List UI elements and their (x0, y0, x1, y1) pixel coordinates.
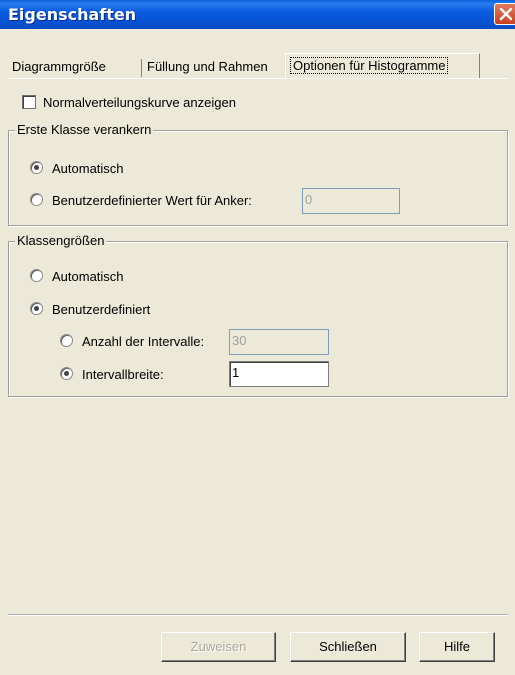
interval-width-value: 1 (232, 365, 240, 380)
anchor-auto-radio[interactable]: Automatisch (30, 160, 124, 178)
interval-width-radio[interactable]: Intervallbreite: (60, 366, 164, 384)
size-custom-radio[interactable]: Benutzerdefiniert (30, 301, 150, 319)
tab-label: Optionen für Histogramme (290, 57, 449, 74)
help-button-label: Hilfe (443, 639, 470, 654)
close-dialog-button[interactable]: Schließen (290, 632, 406, 662)
size-auto-label: Automatisch (52, 269, 124, 284)
interval-count-value: 30 (232, 333, 247, 348)
anchor-custom-radio[interactable]: Benutzerdefinierter Wert für Anker: (30, 192, 252, 210)
anchor-value-text: 0 (305, 192, 313, 207)
interval-count-radio[interactable]: Anzahl der Intervalle: (60, 333, 204, 351)
tab-label: Füllung und Rahmen (147, 59, 268, 74)
close-button[interactable] (494, 3, 515, 25)
anchor-value-field[interactable]: 0 (302, 188, 400, 214)
interval-width-label: Intervallbreite: (82, 367, 164, 382)
radio-button[interactable] (30, 269, 43, 282)
interval-width-field[interactable]: 1 (229, 361, 329, 387)
close-button-label: Schließen (319, 639, 377, 654)
radio-button[interactable] (30, 302, 43, 315)
tab-optionen-histogramme[interactable]: Optionen für Histogramme (285, 53, 480, 79)
radio-button[interactable] (60, 367, 73, 380)
anchor-custom-label: Benutzerdefinierter Wert für Anker: (52, 193, 252, 208)
interval-count-field[interactable]: 30 (229, 329, 329, 355)
tab-strip-divider (8, 78, 508, 79)
checkbox-box[interactable] (22, 95, 36, 109)
tab-divider (141, 59, 142, 77)
window-title: Eigenschaften (8, 5, 137, 24)
interval-count-label: Anzahl der Intervalle: (82, 334, 205, 349)
normal-curve-checkbox[interactable]: Normalverteilungskurve anzeigen (22, 94, 236, 112)
tab-diagrammgroesse[interactable]: Diagrammgröße (8, 57, 110, 79)
tab-fuellung-rahmen[interactable]: Füllung und Rahmen (143, 57, 272, 79)
help-button[interactable]: Hilfe (419, 632, 495, 662)
anchor-group: Erste Klasse verankern (8, 122, 508, 226)
anchor-auto-label: Automatisch (52, 161, 124, 176)
title-bar: Eigenschaften (0, 0, 515, 29)
anchor-group-title: Erste Klasse verankern (15, 122, 154, 138)
class-size-group-title: Klassengrößen (15, 233, 107, 249)
radio-button[interactable] (30, 193, 43, 206)
size-custom-label: Benutzerdefiniert (52, 302, 151, 317)
normal-curve-label: Normalverteilungskurve anzeigen (43, 95, 236, 110)
radio-button[interactable] (60, 334, 73, 347)
tab-label: Diagrammgröße (12, 59, 106, 74)
apply-button[interactable]: Zuweisen (161, 632, 276, 662)
close-icon (499, 7, 513, 21)
radio-button[interactable] (30, 161, 43, 174)
button-area-divider (8, 614, 508, 615)
size-auto-radio[interactable]: Automatisch (30, 268, 124, 286)
apply-button-label: Zuweisen (190, 639, 247, 654)
